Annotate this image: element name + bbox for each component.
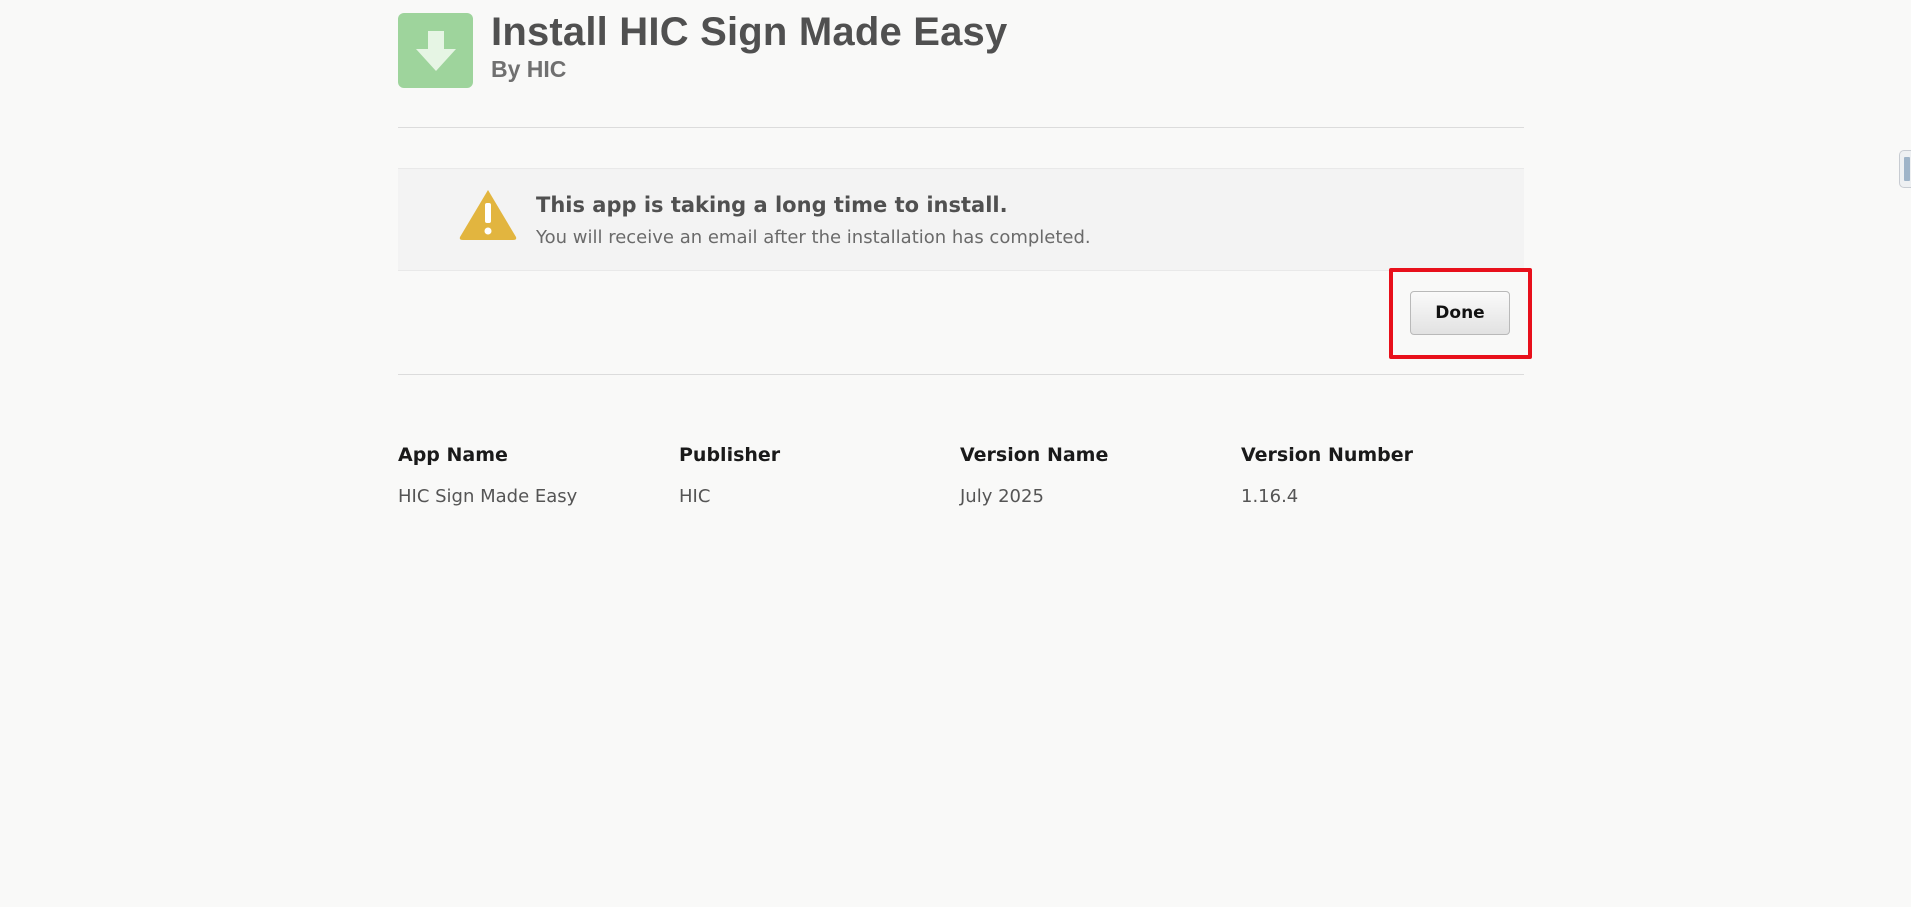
detail-publisher: Publisher HIC	[679, 444, 780, 507]
detail-header: Version Name	[960, 444, 1109, 466]
detail-version-number: Version Number 1.16.4	[1241, 444, 1413, 507]
detail-header: Version Number	[1241, 444, 1414, 466]
detail-value: July 2025	[960, 486, 1044, 507]
done-button[interactable]: Done	[1410, 291, 1510, 335]
notice-message: You will receive an email after the inst…	[536, 227, 1091, 248]
notice-title: This app is taking a long time to instal…	[536, 193, 1008, 217]
download-arrow-icon	[415, 30, 456, 71]
detail-header: App Name	[398, 444, 508, 466]
divider-top	[398, 127, 1524, 128]
install-notice: This app is taking a long time to instal…	[398, 168, 1524, 271]
detail-header: Publisher	[679, 444, 781, 466]
detail-value: HIC Sign Made Easy	[398, 486, 578, 507]
app-icon	[398, 13, 473, 88]
install-page: Install HIC Sign Made Easy By HIC This a…	[0, 0, 1911, 907]
divider-bottom	[398, 374, 1524, 375]
detail-version-name: Version Name July 2025	[960, 444, 1108, 507]
publisher-subtitle: By HIC	[491, 56, 567, 82]
warning-icon	[459, 190, 517, 240]
detail-value: 1.16.4	[1241, 486, 1299, 507]
page-title: Install HIC Sign Made Easy	[491, 10, 1008, 54]
detail-value: HIC	[679, 486, 711, 507]
side-panel-tab[interactable]	[1899, 150, 1911, 188]
detail-app-name: App Name HIC Sign Made Easy	[398, 444, 577, 507]
